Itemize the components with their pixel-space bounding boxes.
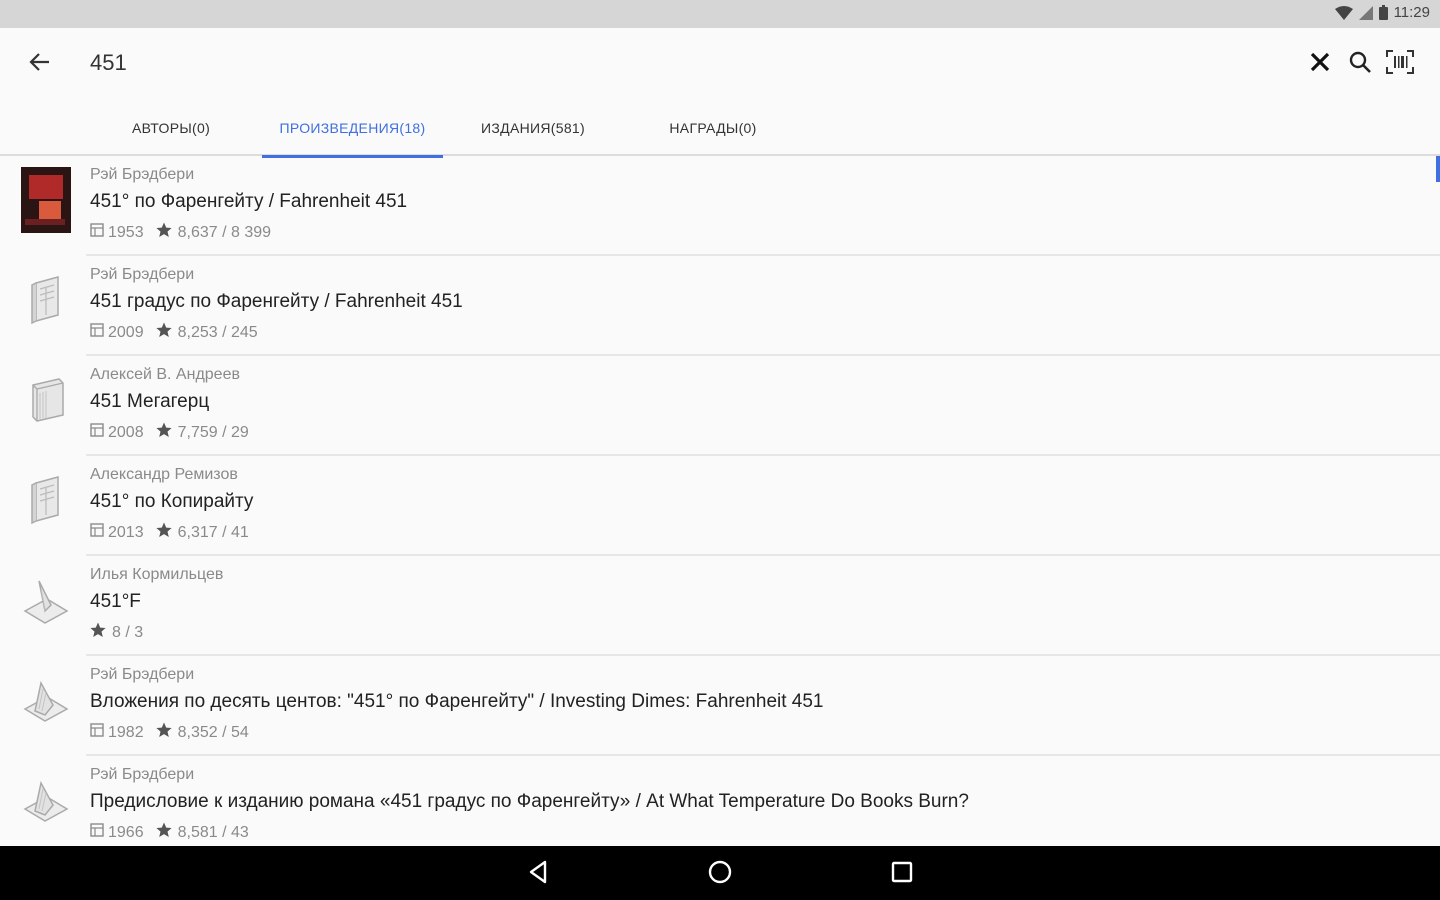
list-item[interactable]: Алексей В. Андреев 451 Мегагерц 2008 7,7… <box>0 356 1440 456</box>
item-rating: 8,253 / 245 <box>177 323 258 341</box>
list-item[interactable]: Рэй Брэдбери 451 градус по Фаренгейту / … <box>0 256 1440 356</box>
tab-editions[interactable]: ИЗДАНИЯ(581) <box>462 100 604 156</box>
barcode-scan-button[interactable] <box>1384 46 1416 82</box>
item-year: 1982 <box>108 723 144 741</box>
item-rating: 8,352 / 54 <box>177 723 249 741</box>
star-icon <box>155 222 172 243</box>
open-page-icon <box>20 666 72 734</box>
item-title: 451 Мегагерц <box>90 391 210 412</box>
item-title: 451° по Фаренгейту / Fahrenheit 451 <box>90 191 408 212</box>
item-year: 1966 <box>108 823 144 841</box>
item-author: Рэй Брэдбери <box>90 766 195 783</box>
item-author: Илья Кормильцев <box>90 566 224 583</box>
tab-authors[interactable]: АВТОРЫ(0) <box>110 100 232 156</box>
search-toolbar: 451 <box>0 28 1440 100</box>
item-title: Предисловие к изданию романа «451 градус… <box>90 791 969 812</box>
item-meta: 2008 7,759 / 29 <box>90 422 249 443</box>
calendar-icon <box>90 723 104 742</box>
tab-awards[interactable]: НАГРАДЫ(0) <box>642 100 784 156</box>
tab-works[interactable]: ПРОИЗВЕДЕНИЯ(18) <box>262 100 443 158</box>
results-list: Рэй Брэдбери 451° по Фаренгейту / Fahren… <box>0 156 1440 846</box>
item-author: Рэй Брэдбери <box>90 166 195 183</box>
battery-icon <box>1378 5 1388 20</box>
item-author: Рэй Брэдбери <box>90 666 195 683</box>
item-year: 2008 <box>108 423 144 441</box>
book-icon <box>20 266 72 334</box>
item-meta: 1982 8,352 / 54 <box>90 722 249 743</box>
list-item[interactable]: Рэй Брэдбери Предисловие к изданию роман… <box>0 756 1440 846</box>
nav-recents-button[interactable] <box>886 858 918 890</box>
status-icons: 11:29 <box>1334 4 1430 21</box>
item-rating: 7,759 / 29 <box>177 423 249 441</box>
star-icon <box>155 422 172 443</box>
circle-home-icon <box>707 859 733 890</box>
wifi-icon <box>1334 5 1353 20</box>
tab-bar: АВТОРЫ(0) ПРОИЗВЕДЕНИЯ(18) ИЗДАНИЯ(581) … <box>0 100 1440 158</box>
book-icon <box>20 466 72 534</box>
star-icon <box>155 722 172 743</box>
signal-icon <box>1358 5 1373 20</box>
item-meta: 8 / 3 <box>90 622 143 643</box>
clear-button[interactable] <box>1304 46 1336 82</box>
calendar-icon <box>90 523 104 542</box>
item-year: 1953 <box>108 223 144 241</box>
item-author: Александр Ремизов <box>90 466 238 483</box>
calendar-icon <box>90 223 104 242</box>
star-icon <box>155 522 172 543</box>
leaf-icon <box>20 566 72 634</box>
stack-icon <box>20 366 72 434</box>
system-nav-bar <box>0 846 1440 900</box>
list-item[interactable]: Рэй Брэдбери 451° по Фаренгейту / Fahren… <box>0 156 1440 256</box>
open-page-icon <box>20 766 72 834</box>
square-recents-icon <box>891 861 913 888</box>
triangle-back-icon <box>527 860 549 889</box>
item-meta: 2009 8,253 / 245 <box>90 322 258 343</box>
search-button[interactable] <box>1344 46 1376 82</box>
calendar-icon <box>90 323 104 342</box>
close-icon <box>1310 52 1330 77</box>
status-time: 11:29 <box>1393 4 1430 21</box>
item-year: 2009 <box>108 323 144 341</box>
star-icon <box>155 322 172 343</box>
star-icon <box>155 822 172 843</box>
back-button[interactable] <box>22 46 58 82</box>
list-item[interactable]: Александр Ремизов 451° по Копирайту 2013… <box>0 456 1440 556</box>
item-meta: 1966 8,581 / 43 <box>90 822 249 843</box>
item-title: 451 градус по Фаренгейту / Fahrenheit 45… <box>90 291 463 312</box>
list-item[interactable]: Илья Кормильцев 451°F 8 / 3 <box>0 556 1440 656</box>
barcode-icon <box>1386 49 1414 79</box>
nav-home-button[interactable] <box>704 858 736 890</box>
item-rating: 8,581 / 43 <box>177 823 249 841</box>
arrow-left-icon <box>29 51 51 78</box>
item-rating: 6,317 / 41 <box>177 523 249 541</box>
search-icon <box>1349 51 1371 78</box>
item-rating: 8,637 / 8 399 <box>177 223 272 241</box>
nav-back-button[interactable] <box>522 858 554 890</box>
item-meta: 2013 6,317 / 41 <box>90 522 249 543</box>
search-query[interactable]: 451 <box>90 50 127 76</box>
item-title: Вложения по десять центов: "451° по Фаре… <box>90 691 824 712</box>
book-cover-image <box>20 166 72 234</box>
item-meta: 1953 8,637 / 8 399 <box>90 222 271 243</box>
item-title: 451° по Копирайту <box>90 491 254 512</box>
item-author: Рэй Брэдбери <box>90 266 195 283</box>
calendar-icon <box>90 823 104 842</box>
item-author: Алексей В. Андреев <box>90 366 240 383</box>
item-year: 2013 <box>108 523 144 541</box>
star-icon <box>90 622 106 643</box>
calendar-icon <box>90 423 104 442</box>
list-item[interactable]: Рэй Брэдбери Вложения по десять центов: … <box>0 656 1440 756</box>
status-bar: 11:29 <box>0 0 1440 28</box>
item-rating: 8 / 3 <box>112 623 144 641</box>
item-title: 451°F <box>90 591 141 612</box>
